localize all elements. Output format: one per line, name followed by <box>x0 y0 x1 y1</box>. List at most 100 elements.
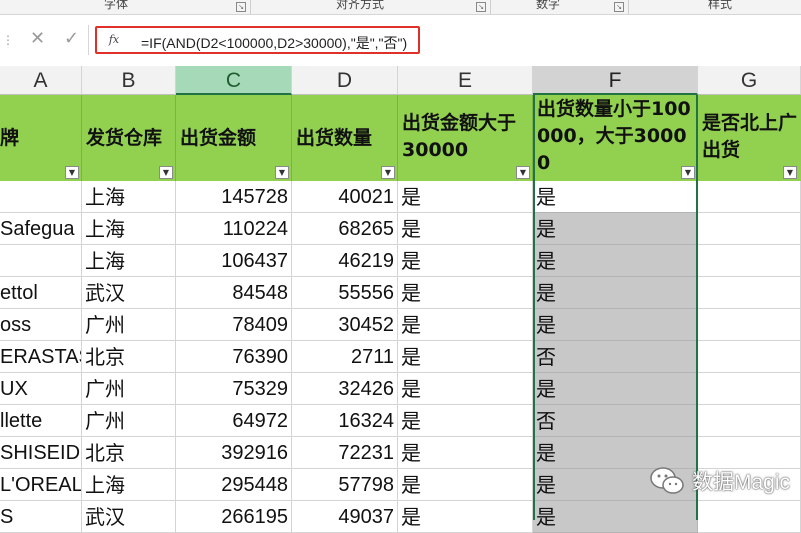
cell-col-a[interactable]: SHISEID <box>0 437 82 469</box>
cell-col-g[interactable] <box>698 373 801 405</box>
cell-col-f[interactable]: 是 <box>533 309 698 341</box>
cell-col-a[interactable]: oss <box>0 309 82 341</box>
header-cell-amount-gt[interactable]: 出货金额大于30000 ▼ <box>398 95 533 181</box>
cell-col-a[interactable] <box>0 181 82 213</box>
cell-col-c[interactable]: 295448 <box>176 469 292 501</box>
cell-col-c[interactable]: 78409 <box>176 309 292 341</box>
cell-col-d[interactable]: 46219 <box>292 245 398 277</box>
cell-col-b[interactable]: 北京 <box>82 437 176 469</box>
filter-dropdown-icon[interactable]: ▼ <box>275 166 289 179</box>
cell-col-f[interactable]: 否 <box>533 405 698 437</box>
column-header-e[interactable]: E <box>398 66 533 95</box>
cell-col-c[interactable]: 145728 <box>176 181 292 213</box>
cell-col-g[interactable] <box>698 277 801 309</box>
cell-col-c[interactable]: 110224 <box>176 213 292 245</box>
column-header-a[interactable]: A <box>0 66 82 95</box>
cell-col-e[interactable]: 是 <box>398 245 533 277</box>
filter-dropdown-icon[interactable]: ▼ <box>65 166 79 179</box>
cell-col-c[interactable]: 392916 <box>176 437 292 469</box>
formula-input[interactable]: =IF(AND(D2<100000,D2>30000),"是","否") <box>141 33 407 53</box>
cell-col-d[interactable]: 32426 <box>292 373 398 405</box>
cell-col-d[interactable]: 55556 <box>292 277 398 309</box>
cell-col-g[interactable] <box>698 245 801 277</box>
cell-col-d[interactable]: 30452 <box>292 309 398 341</box>
cell-col-g[interactable] <box>698 405 801 437</box>
cell-col-b[interactable]: 广州 <box>82 373 176 405</box>
cell-col-a[interactable]: Safegua <box>0 213 82 245</box>
cell-col-f[interactable]: 是 <box>533 373 698 405</box>
cell-col-e[interactable]: 是 <box>398 501 533 533</box>
check-icon[interactable]: ✓ <box>64 28 79 49</box>
cell-col-g[interactable] <box>698 341 801 373</box>
cell-col-a[interactable]: ERASTAS <box>0 341 82 373</box>
number-dialog-launcher-icon[interactable]: ↘ <box>614 2 624 12</box>
filter-dropdown-icon[interactable]: ▼ <box>681 166 695 179</box>
filter-dropdown-icon[interactable]: ▼ <box>381 166 395 179</box>
font-dialog-launcher-icon[interactable]: ↘ <box>236 2 246 12</box>
filter-dropdown-icon[interactable]: ▼ <box>516 166 530 179</box>
cell-col-b[interactable]: 广州 <box>82 309 176 341</box>
cell-col-c[interactable]: 84548 <box>176 277 292 309</box>
cell-col-f[interactable]: 是 <box>533 245 698 277</box>
cell-col-b[interactable]: 上海 <box>82 245 176 277</box>
cell-col-f[interactable]: 是 <box>533 501 698 533</box>
cell-col-a[interactable]: ettol <box>0 277 82 309</box>
cell-col-e[interactable]: 是 <box>398 277 533 309</box>
header-cell-amount[interactable]: 出货金额 ▼ <box>176 95 292 181</box>
column-header-f[interactable]: F <box>533 66 698 95</box>
cell-col-c[interactable]: 75329 <box>176 373 292 405</box>
cell-col-c[interactable]: 106437 <box>176 245 292 277</box>
cell-col-d[interactable]: 16324 <box>292 405 398 437</box>
cell-col-d[interactable]: 72231 <box>292 437 398 469</box>
cell-col-e[interactable]: 是 <box>398 181 533 213</box>
close-icon[interactable]: ✕ <box>30 28 45 49</box>
cell-col-d[interactable]: 68265 <box>292 213 398 245</box>
column-header-c[interactable]: C <box>176 66 292 95</box>
column-header-g[interactable]: G <box>698 66 801 95</box>
header-cell-region[interactable]: 是否北上广出货 ▼ <box>698 95 801 181</box>
cell-col-b[interactable]: 北京 <box>82 341 176 373</box>
cell-col-e[interactable]: 是 <box>398 341 533 373</box>
cell-col-e[interactable]: 是 <box>398 469 533 501</box>
cell-col-g[interactable] <box>698 309 801 341</box>
cell-col-d[interactable]: 40021 <box>292 181 398 213</box>
cell-col-e[interactable]: 是 <box>398 437 533 469</box>
cell-col-g[interactable] <box>698 181 801 213</box>
cell-col-g[interactable] <box>698 437 801 469</box>
cell-col-b[interactable]: 上海 <box>82 469 176 501</box>
cell-col-c[interactable]: 266195 <box>176 501 292 533</box>
cell-col-b[interactable]: 武汉 <box>82 501 176 533</box>
column-header-d[interactable]: D <box>292 66 398 95</box>
cell-col-a[interactable]: L'OREAL <box>0 469 82 501</box>
cell-col-e[interactable]: 是 <box>398 309 533 341</box>
cell-col-b[interactable]: 广州 <box>82 405 176 437</box>
cell-col-f[interactable]: 是 <box>533 181 698 213</box>
filter-dropdown-icon[interactable]: ▼ <box>159 166 173 179</box>
cell-col-f[interactable]: 是 <box>533 213 698 245</box>
column-header-b[interactable]: B <box>82 66 176 95</box>
header-cell-brand[interactable]: 牌 ▼ <box>0 95 82 181</box>
cell-col-b[interactable]: 上海 <box>82 213 176 245</box>
cell-col-g[interactable] <box>698 213 801 245</box>
insert-function-icon[interactable]: fx <box>102 31 126 49</box>
cell-col-a[interactable]: S <box>0 501 82 533</box>
drag-handle-icon[interactable]: ⋮ <box>2 33 14 47</box>
cell-col-d[interactable]: 49037 <box>292 501 398 533</box>
cell-col-b[interactable]: 武汉 <box>82 277 176 309</box>
header-cell-quantity[interactable]: 出货数量 ▼ <box>292 95 398 181</box>
filter-dropdown-icon[interactable]: ▼ <box>783 166 797 179</box>
header-cell-warehouse[interactable]: 发货仓库 ▼ <box>82 95 176 181</box>
cell-col-g[interactable] <box>698 501 801 533</box>
cell-col-f[interactable]: 是 <box>533 437 698 469</box>
cell-col-a[interactable]: llette <box>0 405 82 437</box>
cell-col-f[interactable]: 是 <box>533 277 698 309</box>
cell-col-b[interactable]: 上海 <box>82 181 176 213</box>
header-cell-quantity-range[interactable]: 出货数量小于100000，大于30000 ▼ <box>533 95 698 181</box>
cell-col-f[interactable]: 否 <box>533 341 698 373</box>
cell-col-e[interactable]: 是 <box>398 405 533 437</box>
cell-col-a[interactable]: UX <box>0 373 82 405</box>
cell-col-c[interactable]: 76390 <box>176 341 292 373</box>
cell-col-d[interactable]: 2711 <box>292 341 398 373</box>
cell-col-e[interactable]: 是 <box>398 373 533 405</box>
cell-col-d[interactable]: 57798 <box>292 469 398 501</box>
